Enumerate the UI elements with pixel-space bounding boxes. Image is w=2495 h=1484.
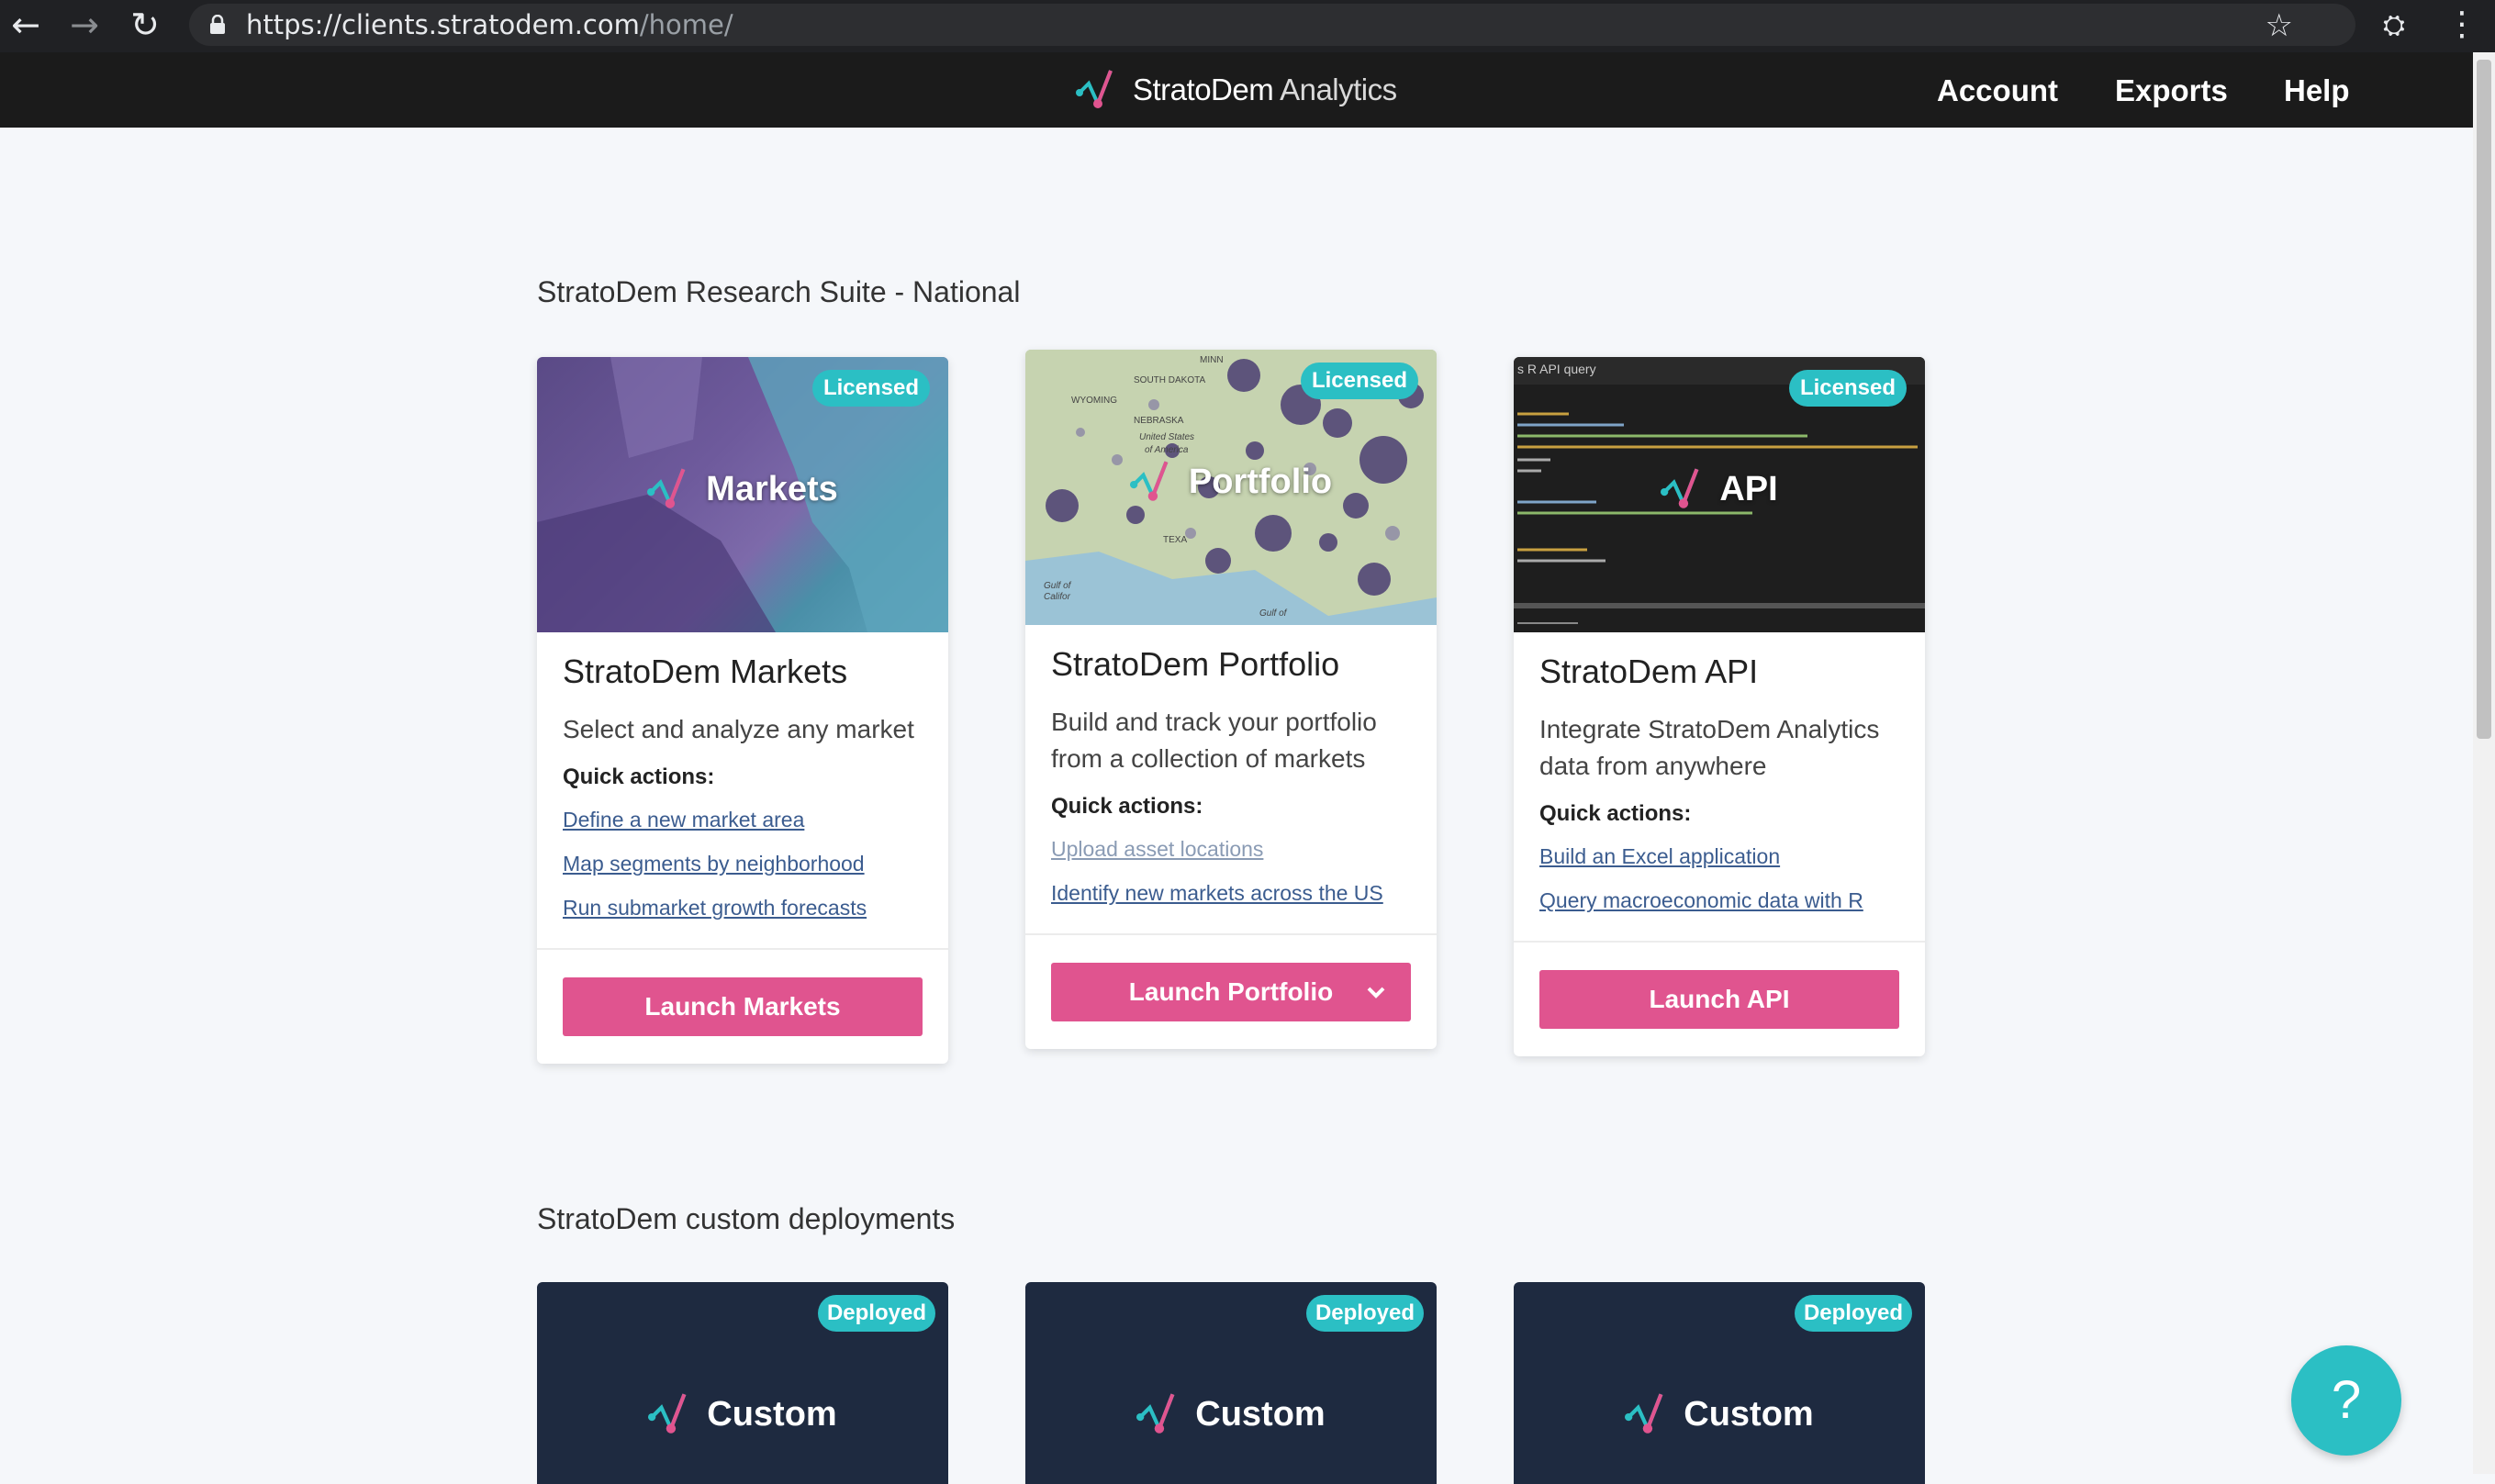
section-title-research-suite: StratoDem Research Suite - National [537, 275, 1021, 308]
quick-actions-label: Quick actions: [563, 764, 715, 789]
deployed-badge: Deployed [817, 1295, 935, 1332]
stratodem-logo-icon [1129, 461, 1169, 501]
deployed-badge: Deployed [1794, 1295, 1912, 1332]
help-chat-button[interactable]: ? [2291, 1345, 2401, 1456]
url-text: https://clients.stratodem.com/home/ [246, 9, 733, 40]
stratodem-logo-icon [647, 468, 686, 508]
map-label: MINN [1200, 355, 1224, 365]
browser-menu-icon[interactable]: ⋮ [2445, 6, 2478, 43]
launch-portfolio-label: Launch Portfolio [1128, 977, 1334, 1006]
browser-toolbar: ← → ↻ https://clients.stratodem.com/home… [0, 0, 2495, 52]
licensed-badge: Licensed [1300, 363, 1418, 399]
card-title: StratoDem Portfolio [1051, 645, 1340, 683]
stratodem-logo-icon [1136, 1393, 1175, 1434]
card-description: Integrate StratoDem Analytics data from … [1539, 715, 1880, 780]
page-scrollbar[interactable] [2473, 52, 2495, 1474]
link-map-segments[interactable]: Map segments by neighborhood [563, 849, 923, 878]
stratodem-logo-icon [1661, 468, 1699, 508]
portfolio-image-label: Portfolio [1025, 456, 1437, 508]
licensed-badge: Licensed [1788, 370, 1907, 407]
nav-account[interactable]: Account [1937, 73, 2058, 109]
map-label: of America [1145, 445, 1189, 455]
product-card-api: s R API query Licensed API StratoDem API… [1514, 357, 1925, 1056]
back-arrow-icon[interactable]: ← [6, 5, 46, 45]
product-card-markets: Licensed Markets StratoDem Markets Selec… [537, 357, 948, 1064]
brand-logo[interactable]: StratoDem Analytics [1076, 65, 1397, 115]
markets-image-label: Markets [537, 463, 948, 515]
stratodem-logo-icon [1625, 1393, 1663, 1434]
launch-portfolio-button[interactable]: Launch Portfolio [1051, 963, 1411, 1021]
map-label: WYOMING [1071, 396, 1117, 406]
link-build-excel-application[interactable]: Build an Excel application [1539, 842, 1899, 871]
section-title-custom-deployments: StratoDem custom deployments [537, 1202, 956, 1235]
scrollbar-thumb[interactable] [2477, 60, 2491, 739]
deployed-badge: Deployed [1305, 1295, 1424, 1332]
brand-name: StratoDem Analytics [1133, 73, 1397, 106]
deployment-card[interactable]: Deployed Custom [1025, 1282, 1437, 1484]
lock-icon [210, 15, 225, 34]
nav-help[interactable]: Help [2284, 73, 2350, 109]
deployment-label: Custom [1025, 1389, 1437, 1440]
quick-actions-label: Quick actions: [1051, 794, 1203, 819]
stratodem-logo-icon [1076, 70, 1113, 109]
api-image-label: API [1514, 463, 1925, 515]
stratodem-logo-icon [648, 1393, 687, 1434]
deployment-card[interactable]: Deployed Custom [537, 1282, 948, 1484]
map-label: United States [1139, 432, 1194, 442]
card-title: StratoDem Markets [563, 653, 848, 690]
api-code-image[interactable]: s R API query Licensed API [1514, 357, 1925, 632]
deployment-label: Custom [537, 1389, 948, 1440]
card-description: Select and analyze any market [563, 715, 914, 743]
address-bar[interactable]: https://clients.stratodem.com/home/ ☆ [189, 4, 2355, 46]
product-card-portfolio: MINN SOUTH DAKOTA WYOMING NEBRASKA Unite… [1025, 350, 1437, 1049]
link-upload-asset-locations[interactable]: Upload asset locations [1051, 834, 1411, 864]
launch-markets-button[interactable]: Launch Markets [563, 977, 923, 1036]
link-query-macroeconomic-data[interactable]: Query macroeconomic data with R [1539, 886, 1899, 915]
link-identify-new-markets[interactable]: Identify new markets across the US [1051, 878, 1411, 908]
map-label: Gulf of [1259, 608, 1288, 619]
bookmark-star-icon[interactable]: ☆ [2266, 7, 2293, 44]
chevron-down-icon[interactable] [1365, 981, 1387, 1003]
map-label: SOUTH DAKOTA [1134, 375, 1205, 385]
forward-arrow-icon[interactable]: → [64, 5, 105, 45]
site-header: StratoDem Analytics Account Exports Help [0, 52, 2473, 128]
quick-actions-label: Quick actions: [1539, 801, 1692, 826]
nav-exports[interactable]: Exports [2115, 73, 2228, 109]
map-label: NEBRASKA [1134, 416, 1184, 426]
deployment-card[interactable]: Deployed Custom [1514, 1282, 1925, 1484]
card-description: Build and track your portfolio from a co… [1051, 708, 1377, 773]
reload-icon[interactable]: ↻ [125, 5, 165, 45]
deployment-label: Custom [1514, 1389, 1925, 1440]
map-label: TEXA [1163, 535, 1187, 545]
map-label: Gulf of [1044, 581, 1072, 591]
link-run-growth-forecasts[interactable]: Run submarket growth forecasts [563, 893, 923, 922]
incognito-icon[interactable]: ⛭ [2383, 9, 2405, 41]
launch-api-button[interactable]: Launch API [1539, 970, 1899, 1029]
licensed-badge: Licensed [811, 370, 930, 407]
markets-map-image[interactable]: Licensed Markets [537, 357, 948, 632]
link-define-market-area[interactable]: Define a new market area [563, 805, 923, 834]
card-title: StratoDem API [1539, 653, 1759, 690]
portfolio-map-image[interactable]: MINN SOUTH DAKOTA WYOMING NEBRASKA Unite… [1025, 350, 1437, 625]
map-label: Califor [1044, 592, 1071, 602]
code-header-text: s R API query [1517, 362, 1596, 376]
